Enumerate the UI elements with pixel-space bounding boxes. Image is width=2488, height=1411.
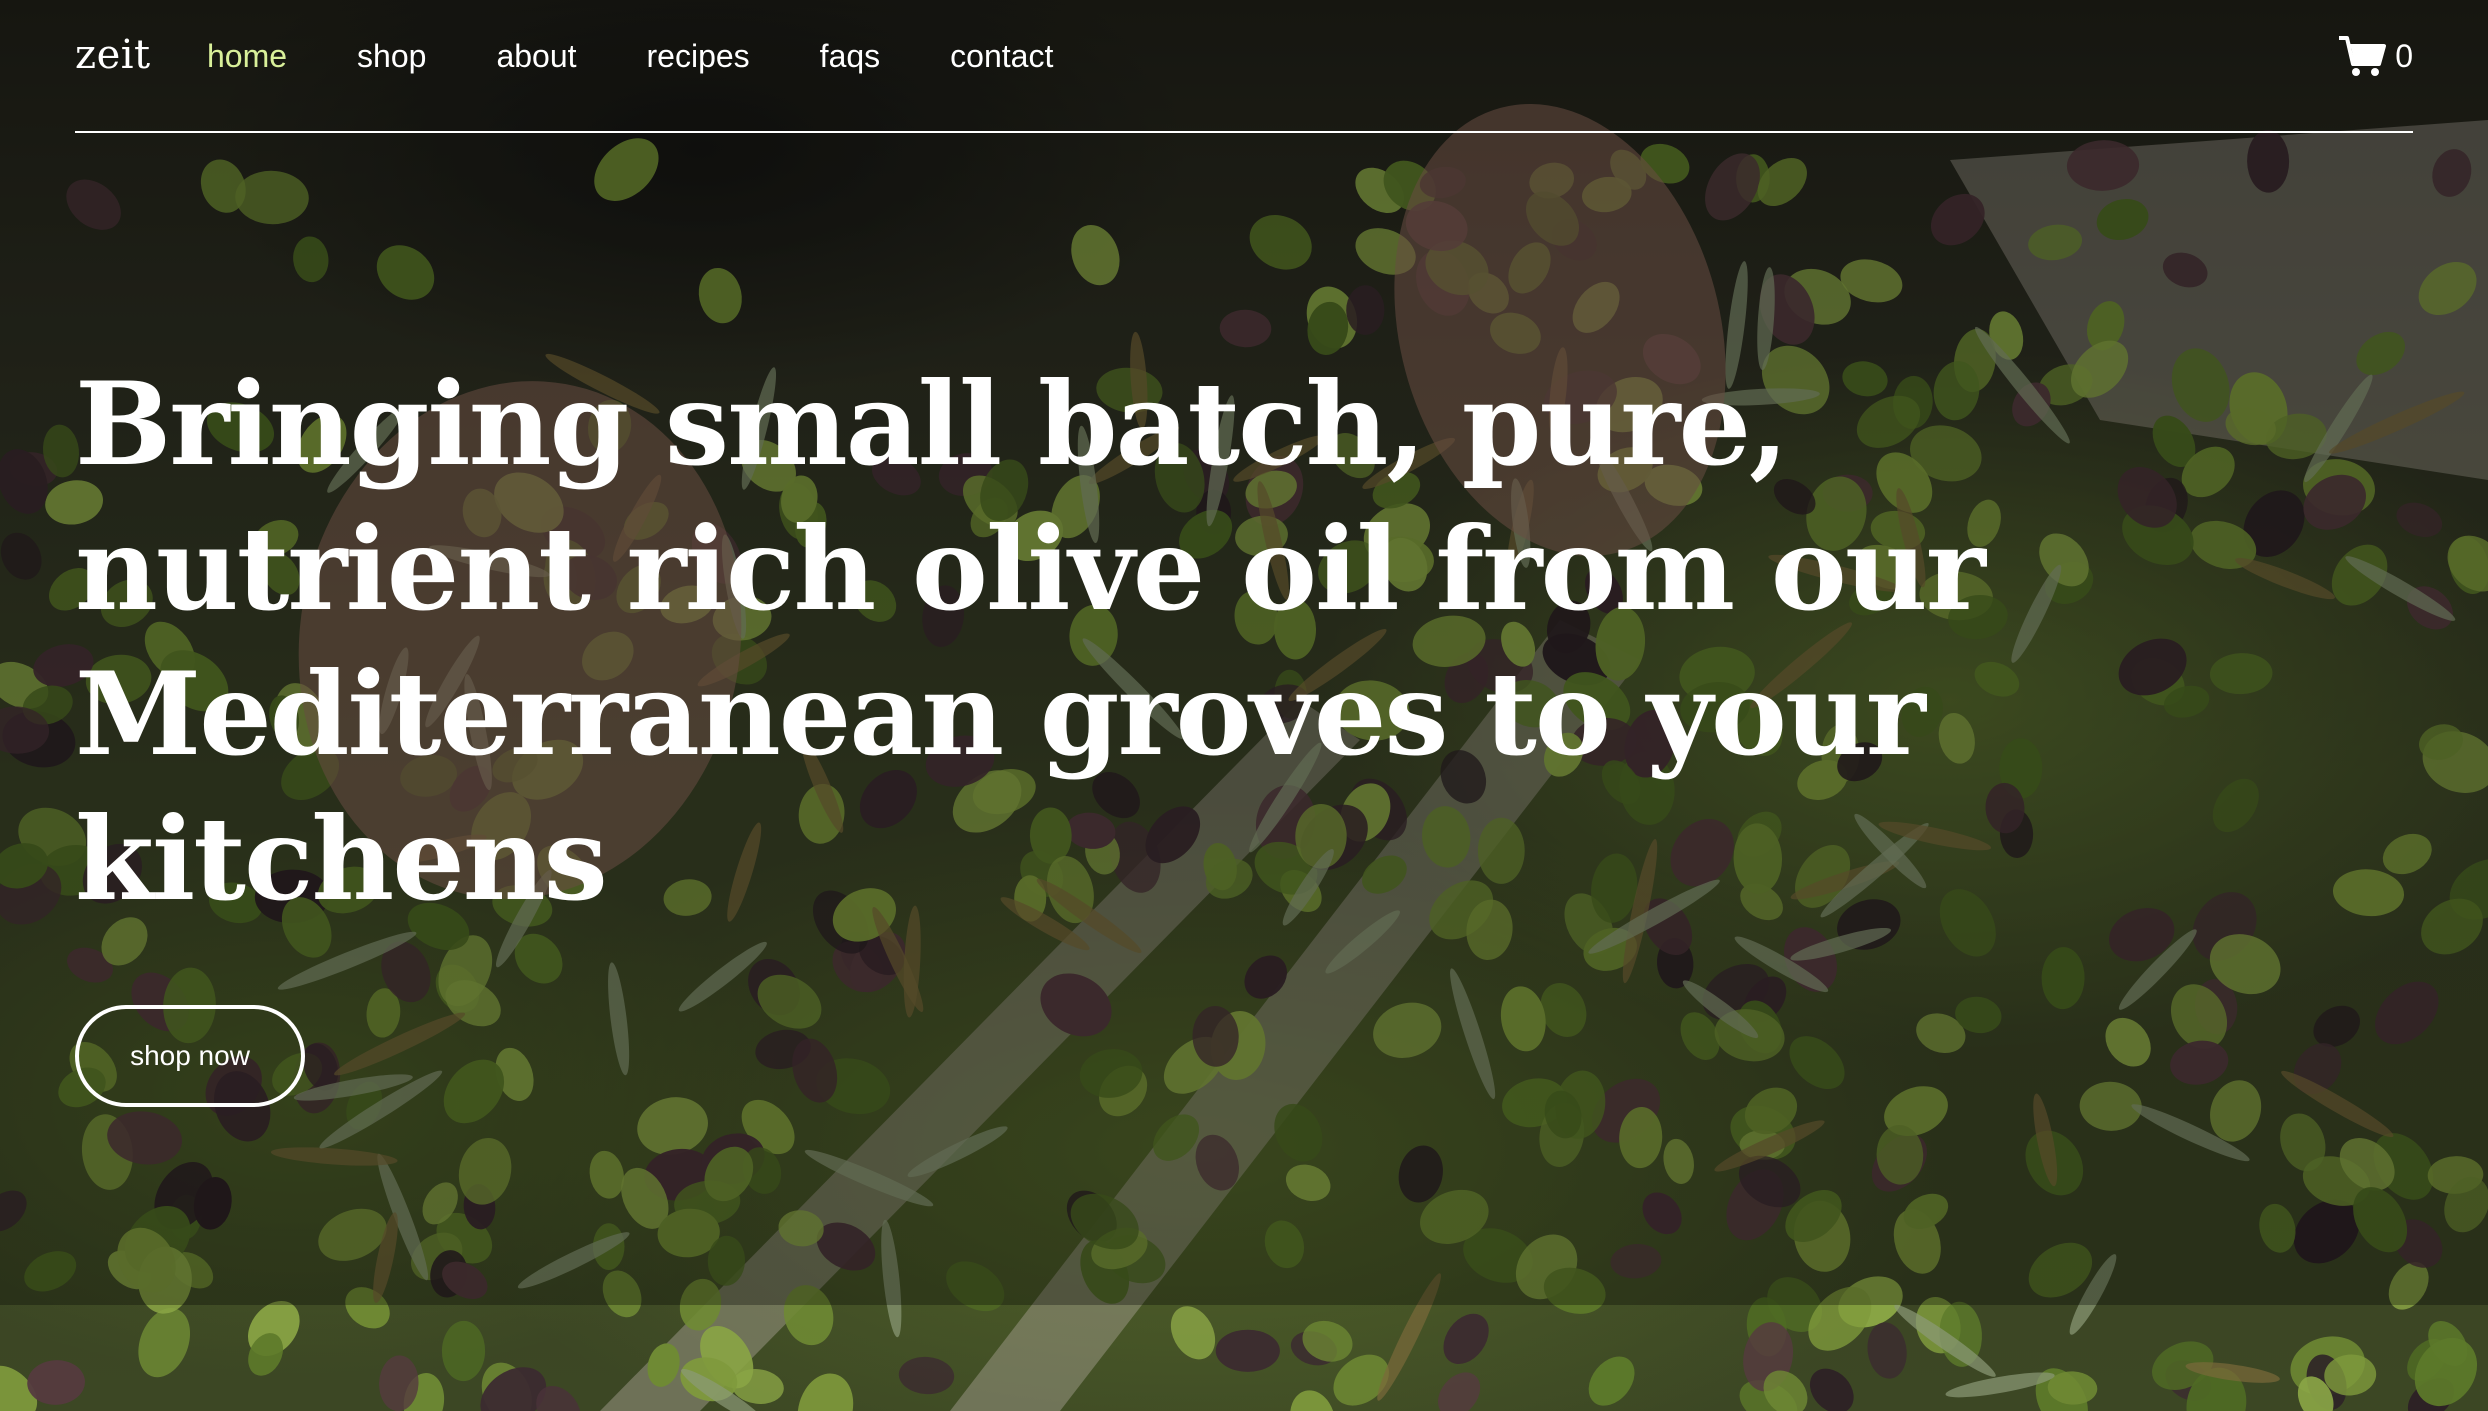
nav-item-about[interactable]: about [496, 38, 576, 75]
cart-button[interactable]: 0 [2337, 34, 2413, 78]
shop-now-button[interactable]: shop now [75, 1005, 305, 1107]
brand-logo[interactable]: zeit [75, 32, 151, 78]
nav-item-home[interactable]: home [207, 38, 287, 75]
cart-icon [2337, 34, 2387, 78]
hero-headline: Bringing small batch, pure, nutrient ric… [75, 357, 1986, 926]
cart-count: 0 [2395, 37, 2413, 74]
top-navigation: zeit home shop about recipes faqs contac… [75, 0, 2413, 133]
nav-item-contact[interactable]: contact [950, 38, 1053, 75]
nav-item-recipes[interactable]: recipes [647, 38, 750, 75]
nav-item-shop[interactable]: shop [357, 38, 426, 75]
nav-links: home shop about recipes faqs contact [207, 38, 1123, 75]
nav-item-faqs[interactable]: faqs [820, 38, 880, 75]
